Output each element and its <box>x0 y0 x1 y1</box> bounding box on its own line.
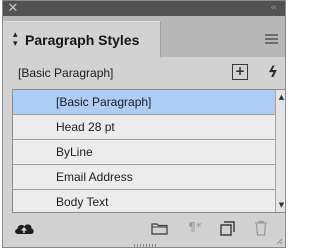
style-list-container: [Basic Paragraph] Head 28 pt ByLine Email A… <box>12 89 285 213</box>
tab-paragraph-styles[interactable]: ▴ ▾ Paragraph Styles <box>3 21 161 57</box>
quick-apply-icon[interactable]: ϟ <box>267 63 279 81</box>
clear-overrides-icon[interactable]: ¶* <box>184 218 206 236</box>
list-scrollbar[interactable]: ▲ ▼ <box>275 90 285 212</box>
style-list-item[interactable]: [Basic Paragraph] <box>13 90 276 115</box>
close-panel-button[interactable]: ✕ <box>6 1 20 16</box>
panel-title-strip: ✕ ‹‹ <box>3 1 285 16</box>
panel-bottom-toolbar: ¶* <box>3 213 285 247</box>
panel-resize-grip[interactable] <box>134 244 156 247</box>
style-list-item[interactable]: Body Text <box>13 190 276 212</box>
updown-arrows-icon: ▴ ▾ <box>13 29 18 49</box>
create-style-from-override-button[interactable]: + <box>232 64 248 80</box>
scroll-down-arrow-icon[interactable]: ▼ <box>276 200 285 210</box>
resize-corner-icon[interactable] <box>276 238 283 245</box>
style-list-item[interactable]: Head 28 pt <box>13 115 276 140</box>
current-style-row: [Basic Paragraph] + ϟ <box>3 57 285 89</box>
current-style-label: [Basic Paragraph] <box>18 66 114 80</box>
style-list-item[interactable]: ByLine <box>13 140 276 165</box>
new-style-icon[interactable] <box>220 221 235 236</box>
folder-icon[interactable] <box>151 222 168 235</box>
style-list: [Basic Paragraph] Head 28 pt ByLine Email A… <box>13 90 276 212</box>
paragraph-styles-panel: ✕ ‹‹ ▴ ▾ Paragraph Styles [Basic Paragrap… <box>2 0 286 248</box>
tab-label: Paragraph Styles <box>25 31 140 48</box>
panel-menu-button[interactable] <box>265 34 279 44</box>
style-list-item[interactable]: Email Address <box>13 165 276 190</box>
collapse-panel-button[interactable]: ‹‹ <box>265 1 281 16</box>
cloud-library-icon[interactable] <box>13 220 35 236</box>
panel-tab-row: ▴ ▾ Paragraph Styles <box>3 16 285 57</box>
trash-icon[interactable] <box>254 220 268 236</box>
scroll-up-arrow-icon[interactable]: ▲ <box>276 92 285 102</box>
